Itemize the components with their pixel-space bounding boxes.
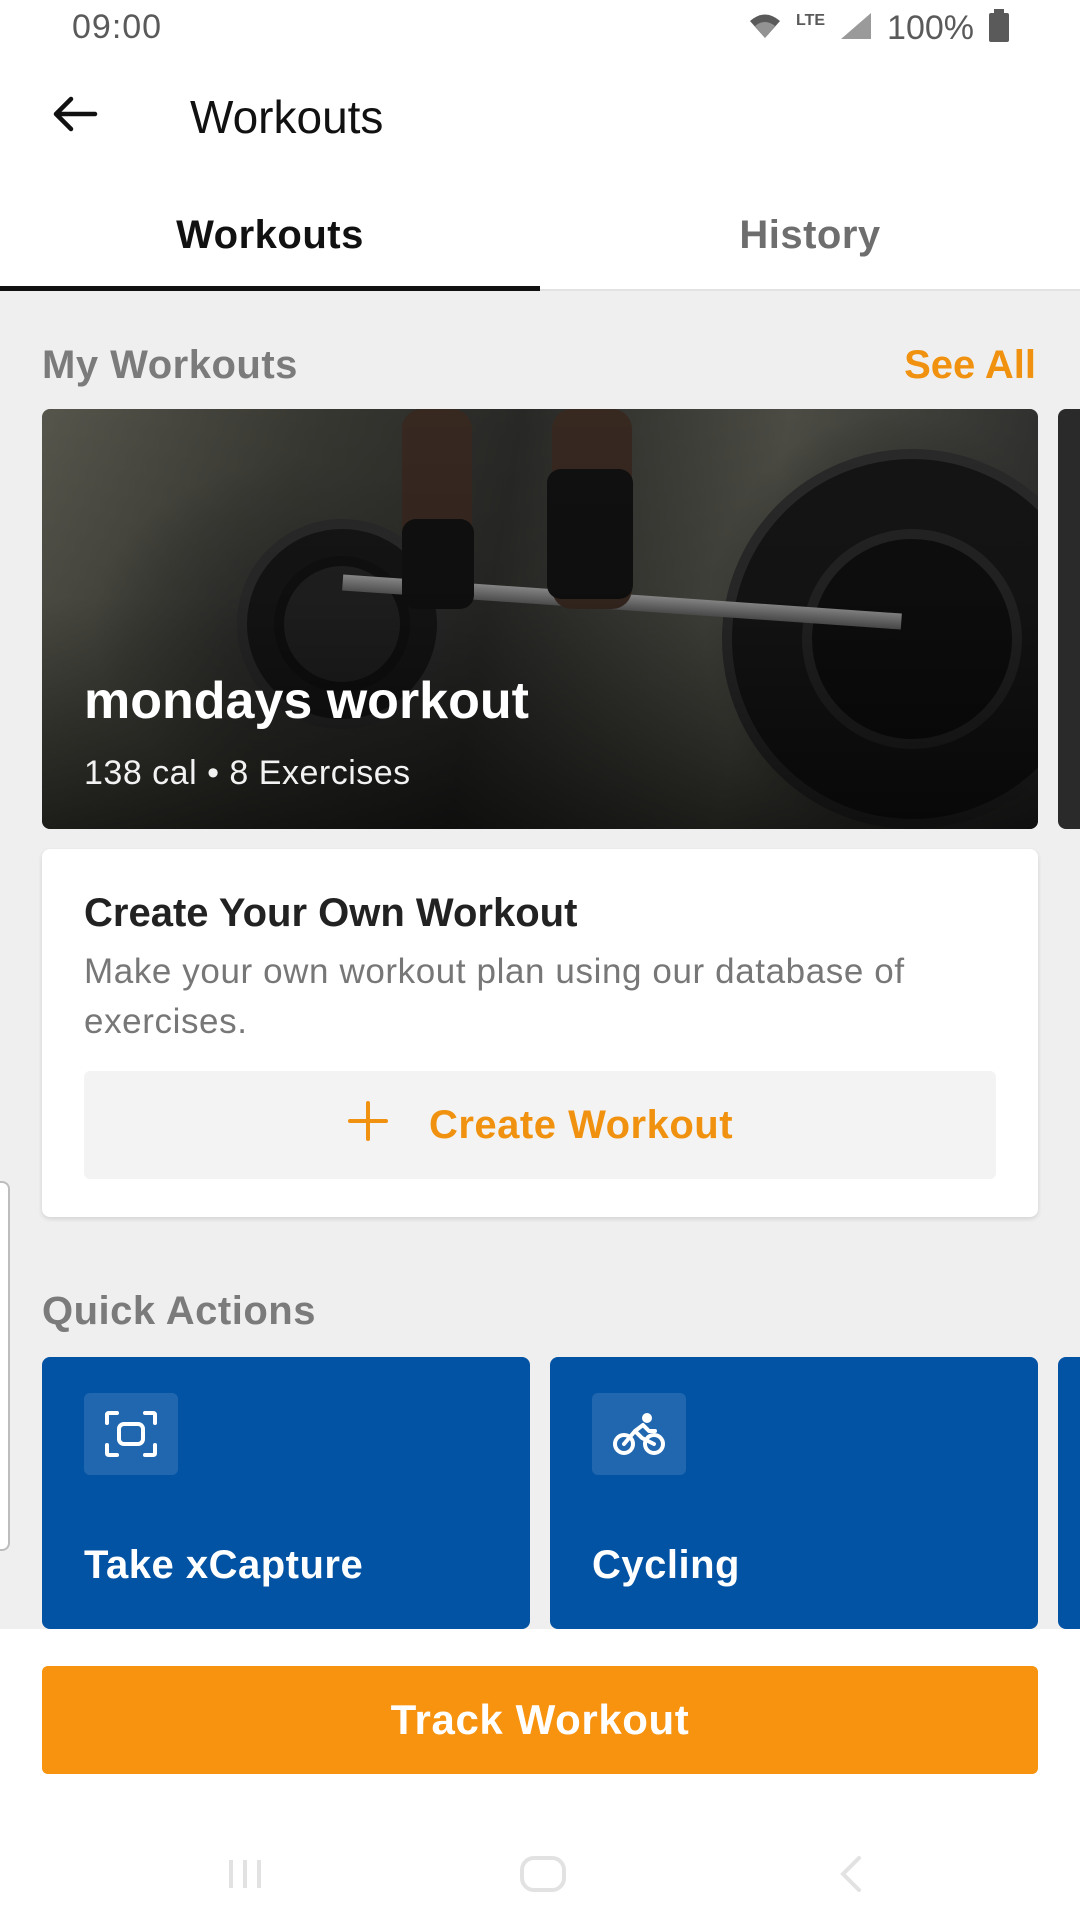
- home-icon: [518, 1854, 568, 1899]
- quick-action-label: Cycling: [592, 1543, 740, 1587]
- recent-apps-icon: [223, 1856, 267, 1897]
- wifi-icon: [748, 12, 782, 45]
- quick-actions-header: Quick Actions: [42, 1289, 316, 1333]
- quick-action-next[interactable]: [1058, 1357, 1080, 1629]
- app-bar: Workouts: [0, 56, 1080, 181]
- tab-history[interactable]: History: [540, 181, 1080, 289]
- create-card-title: Create Your Own Workout: [84, 891, 578, 935]
- scan-frame-icon: [84, 1393, 178, 1475]
- network-type: LTE: [796, 12, 826, 29]
- battery-percent: 100%: [887, 8, 974, 47]
- my-workouts-header: My Workouts: [42, 343, 298, 387]
- tab-bar: Workouts History: [0, 181, 1080, 291]
- cycling-icon: [592, 1393, 686, 1475]
- create-workout-button[interactable]: Create Workout: [84, 1071, 996, 1179]
- next-workout-card[interactable]: [1058, 409, 1080, 829]
- quick-action-label: Take xCapture: [84, 1543, 364, 1587]
- battery-icon: [988, 8, 1010, 48]
- quick-action-cycling[interactable]: Cycling: [550, 1357, 1038, 1629]
- tab-workouts[interactable]: Workouts: [0, 181, 540, 291]
- recent-apps-button[interactable]: [220, 1851, 270, 1901]
- back-nav-button[interactable]: [826, 1851, 876, 1901]
- create-workout-card: Create Your Own Workout Make your own wo…: [42, 849, 1038, 1217]
- workout-subtitle: 138 cal • 8 Exercises: [84, 754, 411, 792]
- status-bar: 09:00 LTE 100%: [0, 0, 1080, 56]
- create-card-description: Make your own workout plan using our dat…: [84, 952, 905, 1041]
- page-title: Workouts: [190, 91, 384, 143]
- arrow-left-icon: [51, 94, 99, 139]
- back-button[interactable]: [40, 86, 110, 146]
- track-workout-button[interactable]: Track Workout: [42, 1666, 1038, 1774]
- workout-title: mondays workout: [84, 672, 529, 730]
- main-content: My Workouts See All mondays workout 138 …: [0, 291, 1080, 1629]
- system-nav-bar: [0, 1831, 1080, 1920]
- workout-card[interactable]: mondays workout 138 cal • 8 Exercises: [42, 409, 1038, 829]
- status-time: 09:00: [72, 8, 163, 46]
- see-all-link[interactable]: See All: [904, 343, 1036, 388]
- home-button[interactable]: [518, 1851, 568, 1901]
- create-workout-label: Create Workout: [428, 1102, 734, 1147]
- plus-icon: [347, 1092, 389, 1152]
- bottom-bar: Track Workout: [0, 1629, 1080, 1920]
- status-icons: LTE 100%: [748, 8, 1010, 48]
- side-panel-handle[interactable]: [0, 1181, 10, 1551]
- signal-icon: [839, 11, 873, 46]
- chevron-left-icon: [833, 1854, 869, 1899]
- quick-action-xcapture[interactable]: Take xCapture: [42, 1357, 530, 1629]
